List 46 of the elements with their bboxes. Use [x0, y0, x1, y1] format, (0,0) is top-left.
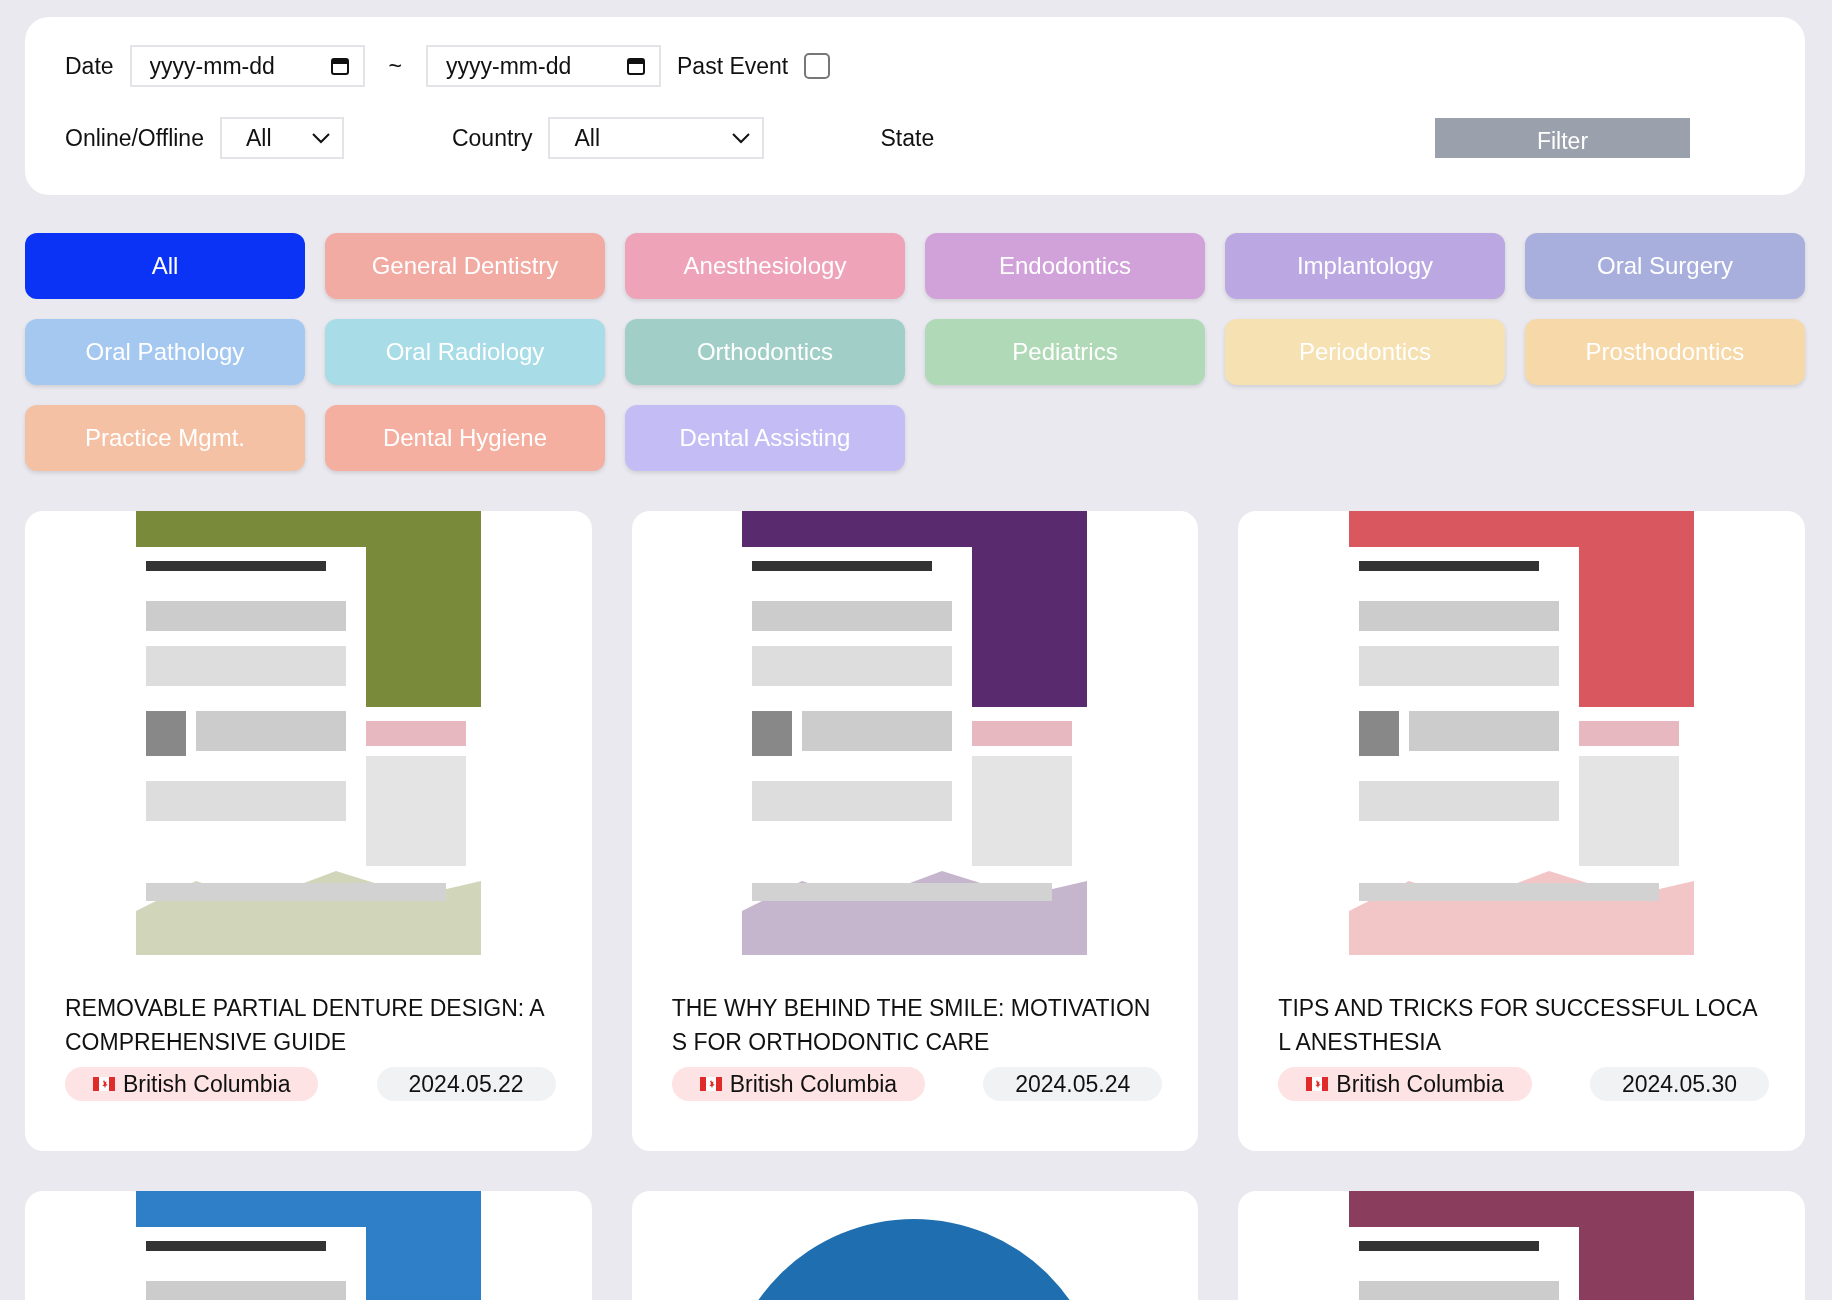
date-field[interactable]: yyyy-mm-dd — [426, 45, 662, 87]
category-button[interactable]: Pediatrics — [925, 319, 1205, 385]
category-button[interactable]: Dental Hygiene — [325, 405, 605, 471]
caret-icon — [311, 132, 330, 144]
category-button[interactable]: Oral Pathology — [25, 319, 305, 385]
event-title[interactable]: REMOVABLE PARTIAL DENTURE DESIGN: A COMPREHENSIVE GUIDE — [25, 991, 592, 1059]
calendar-icon[interactable] — [330, 57, 349, 75]
canada-flag-icon — [93, 1077, 115, 1091]
category-button[interactable]: General Dentistry — [325, 233, 605, 299]
category-button[interactable]: Implantology — [1225, 233, 1505, 299]
event-date: 2024.05.30 — [1589, 1067, 1769, 1101]
canada-flag-icon — [1306, 1077, 1329, 1091]
online-offline-select[interactable]: All — [219, 117, 344, 159]
category-button[interactable]: All — [25, 233, 305, 299]
category-button[interactable]: Dental Assisting — [625, 405, 905, 471]
region-tag: British Columbia — [671, 1067, 926, 1101]
category-button[interactable]: Practice Mgmt. — [25, 405, 305, 471]
state-label: State — [880, 123, 935, 153]
event-title[interactable]: THE WHY BEHIND THE SMILE: MOTIVATIONS FOR ORTHODONTIC CARE — [631, 991, 1199, 1059]
online-offline-label: Online/Offline — [65, 123, 204, 153]
category-button[interactable]: Prosthodontics — [1525, 319, 1805, 385]
event-title[interactable]: TIPS AND TRICKS FOR SUCCESSFUL LOCAL ANESTHESIA — [1238, 991, 1805, 1059]
category-button[interactable]: Oral Surgery — [1525, 233, 1805, 299]
region-tag: British Columbia — [1278, 1067, 1532, 1101]
range-separator: ~ — [388, 51, 403, 81]
region-tag: British Columbia — [65, 1067, 319, 1101]
filter-button[interactable]: Filter — [1435, 118, 1690, 158]
category-button[interactable]: Periodontics — [1225, 319, 1505, 385]
category-button[interactable]: Oral Radiology — [325, 319, 605, 385]
date-field[interactable]: yyyy-mm-dd — [129, 45, 365, 87]
event-date: 2024.05.22 — [376, 1067, 556, 1101]
canada-flag-icon — [699, 1077, 722, 1091]
caret-icon — [732, 132, 751, 144]
date-label: Date — [65, 51, 114, 81]
country-label: Country — [451, 123, 533, 153]
event-date: 2024.05.24 — [983, 1067, 1163, 1101]
past-event-label: Past Event — [677, 51, 789, 81]
category-button[interactable]: Orthodontics — [625, 319, 905, 385]
event-card[interactable]: TIPS AND TRICKS FOR SUCCESSFUL LOCAL ANESTHESIA British Columbia 2024.05.30 — [1238, 511, 1805, 1151]
calendar-icon[interactable] — [627, 57, 646, 75]
category-button[interactable]: Endodontics — [925, 233, 1205, 299]
category-button[interactable]: Anesthesiology — [625, 233, 905, 299]
event-card[interactable]: THE WHY BEHIND THE SMILE: MOTIVATIONS FOR ORTHODONTIC CARE British Columbia 2024.05.24 — [631, 511, 1199, 1151]
past-event-checkbox[interactable] — [804, 53, 831, 79]
country-select[interactable]: All — [548, 117, 765, 159]
event-card[interactable]: REMOVABLE PARTIAL DENTURE DESIGN: A COMPREHENSIVE GUIDE British Columbia 2024.05.22 — [25, 511, 592, 1151]
